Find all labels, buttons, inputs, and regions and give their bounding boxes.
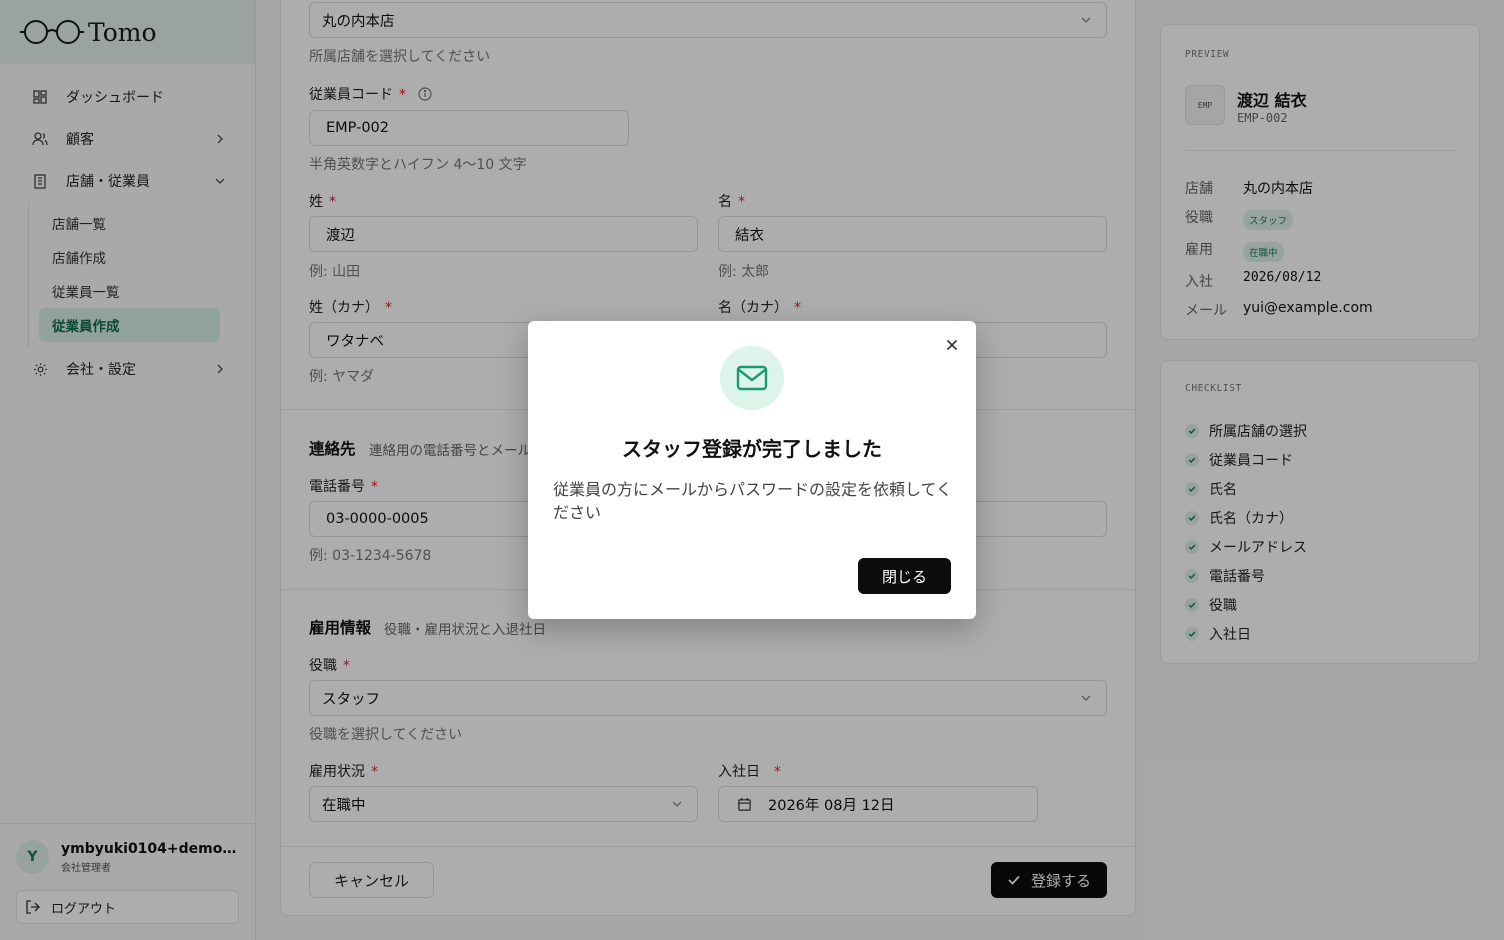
close-icon[interactable] [944, 337, 960, 353]
mail-icon [720, 346, 784, 410]
close-button[interactable]: 閉じる [858, 558, 951, 594]
success-dialog: スタッフ登録が完了しました 従業員の方にメールからパスワードの設定を依頼してくだ… [528, 321, 976, 619]
dialog-title: スタッフ登録が完了しました [622, 437, 882, 461]
dialog-message: 従業員の方にメールからパスワードの設定を依頼してください [553, 480, 953, 522]
